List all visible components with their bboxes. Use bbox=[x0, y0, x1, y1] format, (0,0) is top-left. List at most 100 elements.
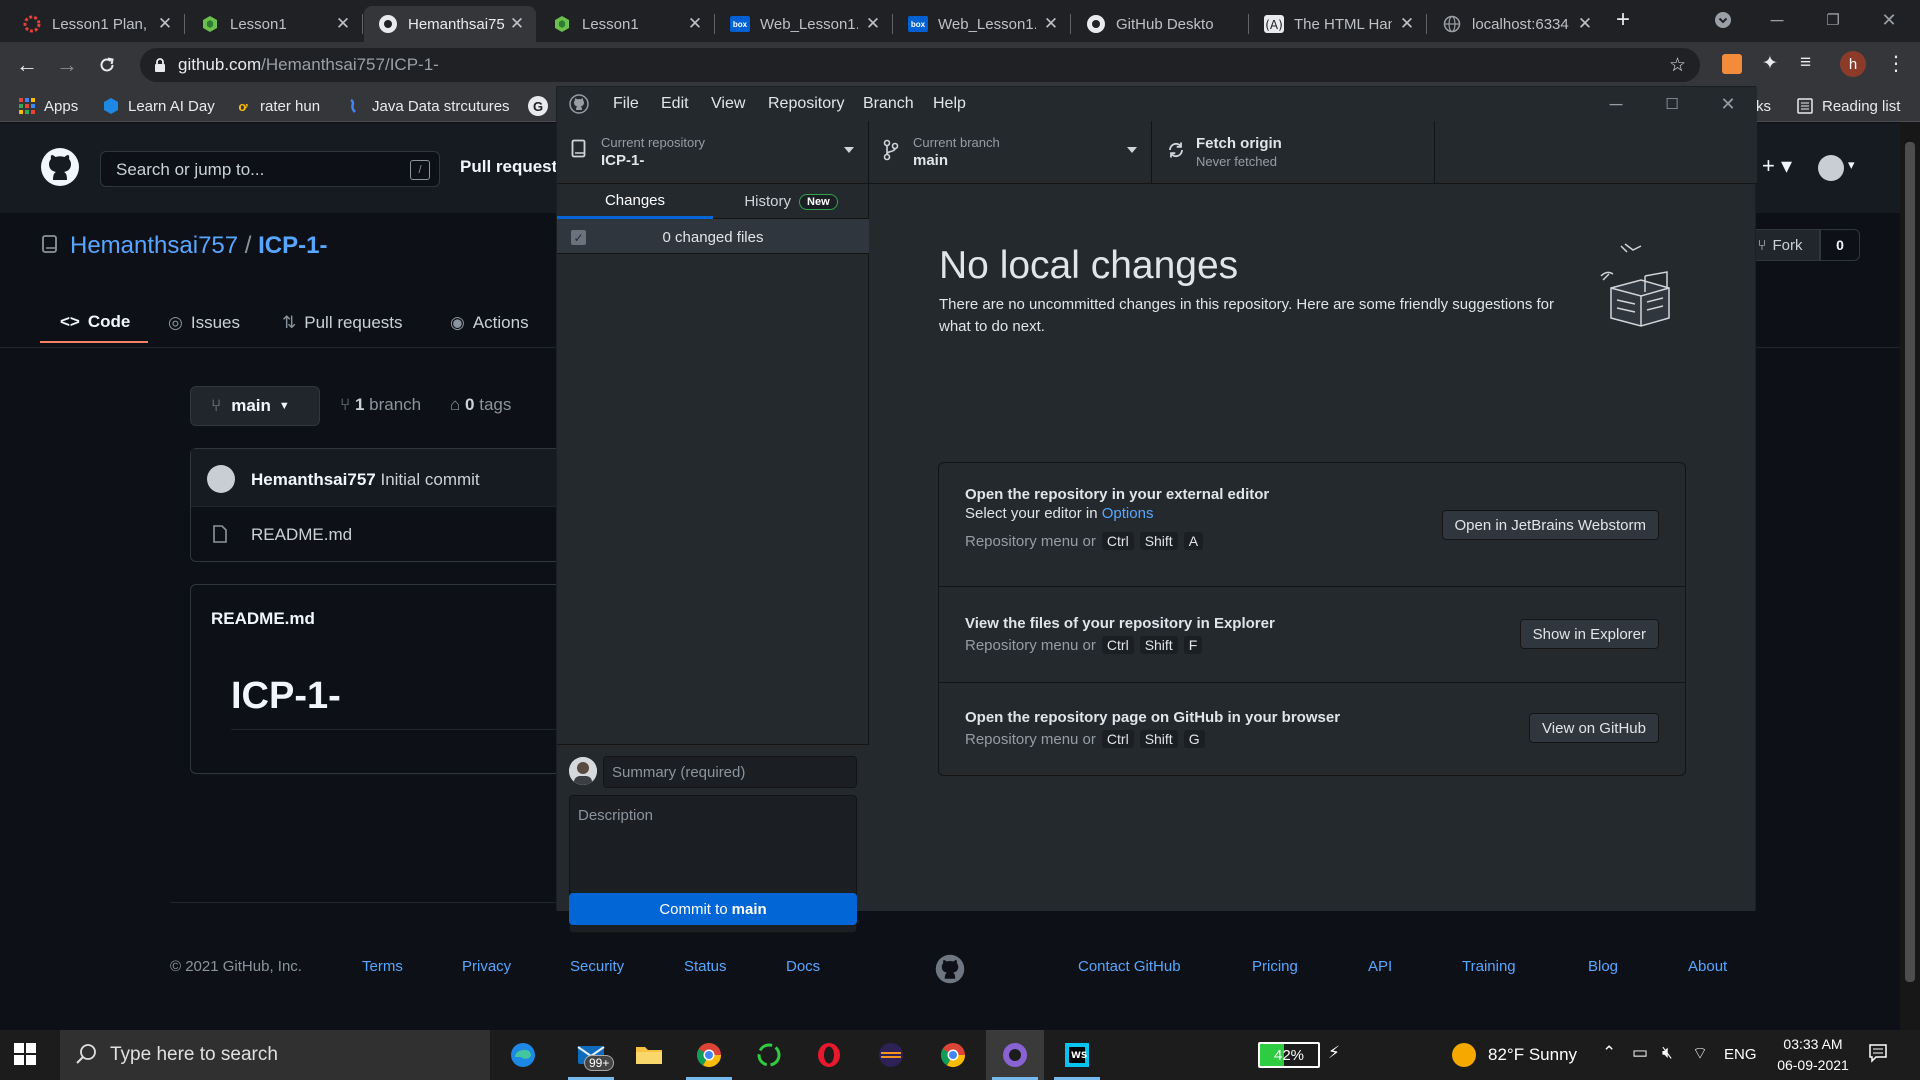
footer-link[interactable]: Docs bbox=[786, 958, 820, 975]
puzzle-icon[interactable]: ✦ bbox=[1762, 52, 1778, 75]
bookmark-learn-ai[interactable]: Learn AI Day bbox=[102, 95, 215, 117]
footer-link[interactable]: Terms bbox=[362, 958, 403, 975]
minimize-icon[interactable]: ─ bbox=[1754, 4, 1800, 36]
opera-icon[interactable] bbox=[800, 1030, 858, 1080]
file-explorer-icon[interactable] bbox=[620, 1030, 678, 1080]
edge-icon[interactable] bbox=[494, 1030, 552, 1080]
menu-file[interactable]: File bbox=[613, 95, 639, 113]
tab-history[interactable]: History New bbox=[713, 184, 869, 219]
close-tab-icon[interactable]: ✕ bbox=[506, 13, 528, 35]
tab-pull-requests[interactable]: ⇅ Pull requests bbox=[282, 303, 403, 343]
refresh-app-icon[interactable] bbox=[740, 1030, 798, 1080]
view-on-github-button[interactable]: View on GitHub bbox=[1529, 713, 1659, 743]
bookmark-java[interactable]: Java Data strcutures bbox=[346, 95, 510, 117]
summary-input[interactable]: Summary (required) bbox=[603, 756, 857, 788]
github-search-input[interactable]: Search or jump to... / bbox=[100, 151, 440, 187]
tab-issues[interactable]: ◎ Issues bbox=[168, 303, 240, 343]
footer-link[interactable]: API bbox=[1368, 958, 1392, 975]
footer-link[interactable]: Security bbox=[570, 958, 624, 975]
close-icon[interactable]: ✕ bbox=[1866, 4, 1912, 36]
browser-tab[interactable]: GitHub Deskto bbox=[1072, 6, 1249, 42]
repo-name-link[interactable]: ICP-1- bbox=[258, 232, 327, 259]
nav-pull-requests[interactable]: Pull requests bbox=[460, 157, 567, 177]
menu-branch[interactable]: Branch bbox=[863, 95, 914, 113]
weather-text[interactable]: 82°F Sunny bbox=[1488, 1045, 1577, 1065]
github-footer-logo-icon[interactable] bbox=[935, 954, 965, 984]
chrome-icon[interactable] bbox=[680, 1030, 738, 1080]
tags-link[interactable]: ⌂ 0 tags bbox=[450, 395, 511, 415]
options-link[interactable]: Options bbox=[1102, 505, 1154, 522]
mail-icon[interactable]: 99+ bbox=[562, 1030, 620, 1080]
branch-selector[interactable]: ⑂ main ▼ bbox=[190, 386, 320, 426]
repo-owner-link[interactable]: Hemanthsai757 bbox=[70, 232, 238, 259]
taskbar-search[interactable]: Type here to search bbox=[60, 1030, 490, 1080]
bookmark-star-icon[interactable]: ☆ bbox=[1669, 54, 1686, 77]
browser-tab[interactable]: Lesson1 Plan, I ✕ bbox=[8, 6, 185, 42]
user-avatar[interactable] bbox=[1818, 155, 1844, 181]
menu-view[interactable]: View bbox=[711, 95, 745, 113]
file-name[interactable]: README.md bbox=[251, 525, 352, 545]
open-in-editor-button[interactable]: Open in JetBrains Webstorm bbox=[1441, 510, 1659, 540]
tab-search-icon[interactable] bbox=[1700, 4, 1746, 36]
language-indicator[interactable]: ENG bbox=[1724, 1046, 1757, 1063]
webstorm-icon[interactable]: WS bbox=[1048, 1030, 1106, 1080]
branches-link[interactable]: ⑂ 1 branch bbox=[340, 395, 421, 415]
fork-count[interactable]: 0 bbox=[1820, 229, 1860, 261]
close-tab-icon[interactable]: ✕ bbox=[332, 13, 354, 35]
commit-author[interactable]: Hemanthsai757 bbox=[251, 470, 376, 489]
github-logo-icon[interactable] bbox=[40, 147, 80, 187]
bookmark-rater[interactable]: ơ rater hun bbox=[234, 95, 320, 117]
browser-tab[interactable]: (A) The HTML Han ✕ bbox=[1250, 6, 1427, 42]
github-desktop-taskbar-icon[interactable] bbox=[986, 1030, 1044, 1080]
close-tab-icon[interactable]: ✕ bbox=[154, 13, 176, 35]
browser-tab[interactable]: localhost:6334 ✕ bbox=[1428, 6, 1604, 42]
footer-link[interactable]: Pricing bbox=[1252, 958, 1298, 975]
tab-code[interactable]: <> Code bbox=[40, 303, 148, 343]
footer-link[interactable]: Status bbox=[684, 958, 727, 975]
browser-tab[interactable]: Lesson1 ✕ bbox=[186, 6, 363, 42]
current-branch-button[interactable]: Current branch main bbox=[869, 121, 1152, 183]
wifi-icon[interactable]: ⌔ bbox=[1692, 1043, 1708, 1064]
new-tab-button[interactable]: + bbox=[1602, 4, 1644, 36]
profile-avatar[interactable]: h bbox=[1840, 51, 1866, 77]
close-tab-icon[interactable]: ✕ bbox=[684, 13, 706, 35]
volume-icon[interactable]: 🔇︎ bbox=[1662, 1043, 1673, 1063]
address-bar[interactable]: github.com/Hemanthsai757/ICP-1- ☆ bbox=[140, 48, 1700, 82]
bookmark-overflow[interactable]: ks bbox=[1756, 95, 1771, 117]
create-new-icon[interactable]: + ▾ bbox=[1762, 153, 1792, 179]
bookmark-apps[interactable]: Apps bbox=[18, 95, 78, 117]
chevron-down-icon[interactable]: ▾ bbox=[1848, 157, 1855, 173]
current-repository-button[interactable]: Current repository ICP-1- bbox=[557, 121, 869, 183]
menu-help[interactable]: Help bbox=[933, 95, 966, 113]
browser-tab[interactable]: box Web_Lesson1.p ✕ bbox=[894, 6, 1071, 42]
windows-start-icon[interactable] bbox=[14, 1043, 36, 1065]
menu-edit[interactable]: Edit bbox=[661, 95, 689, 113]
browser-tab-active[interactable]: Hemanthsai75 ✕ bbox=[364, 6, 536, 42]
battery-indicator[interactable]: 42% bbox=[1258, 1042, 1320, 1068]
tab-actions[interactable]: ◉ Actions bbox=[450, 303, 529, 343]
footer-link[interactable]: Contact GitHub bbox=[1078, 958, 1181, 975]
reading-list[interactable]: Reading list bbox=[1796, 95, 1900, 117]
close-tab-icon[interactable]: ✕ bbox=[1396, 13, 1418, 35]
page-scrollbar[interactable] bbox=[1900, 122, 1920, 1030]
close-tab-icon[interactable]: ✕ bbox=[862, 13, 884, 35]
commit-button[interactable]: Commit to main bbox=[569, 893, 857, 925]
show-in-explorer-button[interactable]: Show in Explorer bbox=[1519, 619, 1659, 649]
footer-link[interactable]: Blog bbox=[1588, 958, 1618, 975]
footer-link[interactable]: About bbox=[1688, 958, 1727, 975]
media-icon[interactable]: ≡ bbox=[1800, 52, 1811, 74]
forward-icon[interactable]: → bbox=[51, 49, 83, 81]
maximize-icon[interactable]: ☐ bbox=[1649, 89, 1695, 119]
chrome-profile-icon[interactable] bbox=[924, 1030, 982, 1080]
clock-date[interactable]: 06-09-2021 bbox=[1768, 1057, 1858, 1073]
close-tab-icon[interactable]: ✕ bbox=[1040, 13, 1062, 35]
fetch-origin-button[interactable]: Fetch origin Never fetched bbox=[1152, 121, 1435, 183]
reload-icon[interactable] bbox=[91, 49, 123, 81]
commit-message[interactable]: Initial commit bbox=[380, 470, 479, 489]
menu-dots-icon[interactable]: ⋮ bbox=[1886, 51, 1906, 76]
close-icon[interactable]: ✕ bbox=[1705, 89, 1751, 119]
bookmark-g[interactable]: G bbox=[528, 95, 556, 117]
menu-repository[interactable]: Repository bbox=[768, 95, 844, 113]
chevron-up-icon[interactable]: ⌃ bbox=[1602, 1043, 1616, 1063]
eclipse-icon[interactable] bbox=[862, 1030, 920, 1080]
